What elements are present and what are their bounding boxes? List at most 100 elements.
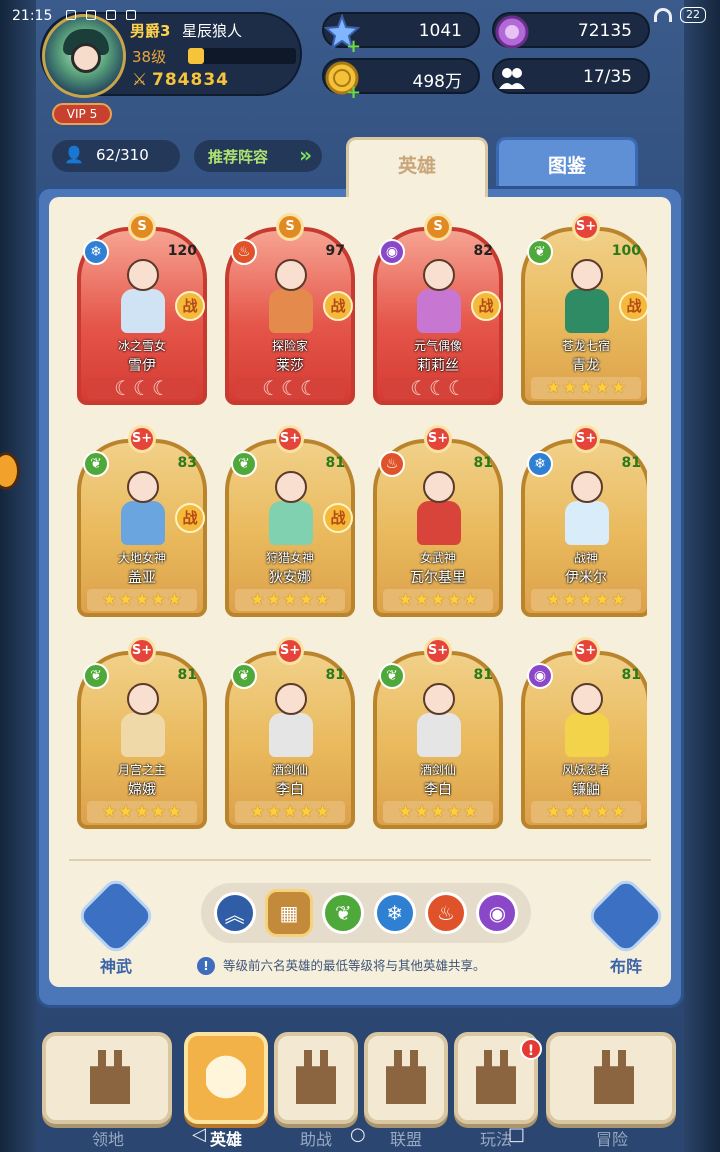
filter-dark-icon[interactable]: ◉ [476,892,519,934]
in-battle-badge: 战 [175,291,205,321]
system-recent-icon[interactable]: □ [508,1124,525,1145]
friends-count[interactable]: 17/35 [492,58,650,94]
hero-title: 酒剑仙 [271,763,308,777]
grade-badge: S+ [276,425,304,453]
element-wind-icon: ❦ [83,663,109,689]
hero-panel-inner: S ❄ 120 战冰之雪女 雪伊 ☾ ☾ ☾ S ♨ 97 战探险家 莱莎 ☾ ☾ ☾ S ◉ 82 战元气偶像 莉莉丝… [49,197,671,987]
hero-level: 81 [473,455,493,471]
hero-card[interactable]: S+ ❄ 81 战神 伊米尔 ★ ★ ★ ★ ★ [521,425,647,621]
grade-badge: S [276,213,304,241]
hero-card[interactable]: S+ ◉ 81 风妖忍者 镰鼬 ★ ★ ★ ★ ★ [521,637,647,833]
hero-name: 李白 [424,782,452,798]
hero-title: 元气偶像 [413,339,462,353]
hero-stars-icon: ★ ★ ★ ★ ★ [87,801,197,823]
hero-portrait [399,253,477,335]
hero-card-partial[interactable] [373,849,503,857]
hero-card[interactable]: S+ ❦ 81 战狩猎女神 狄安娜 ★ ★ ★ ★ ★ [225,425,355,621]
hero-card[interactable]: S+ ❦ 81 酒剑仙 李白 ★ ★ ★ ★ ★ [225,637,355,833]
nav-play-label: 玩法 [479,1130,512,1149]
element-wind-icon: ❦ [527,239,553,265]
hero-card[interactable]: S ◉ 82 战元气偶像 莉莉丝 ☾ ☾ ☾ [373,213,503,409]
hero-stars-icon: ★ ★ ★ ★ ★ [383,801,493,823]
chess-knight-icon [584,874,668,958]
tab-heroes[interactable]: 英雄 [346,137,488,197]
hero-portrait [103,465,181,547]
hero-level: 81 [325,455,345,471]
hero-portrait [251,465,329,547]
battery-icon: 22 [680,7,706,23]
add-gold-icon[interactable]: + [346,82,361,103]
vip-badge[interactable]: VIP 5 [52,103,112,125]
hero-portrait [547,253,625,335]
element-wind-icon: ❦ [83,451,109,477]
nav-alliance[interactable] [364,1032,448,1124]
filter-ice-icon[interactable]: ❄ [373,892,416,934]
tree-icon [296,1050,336,1104]
hero-card[interactable]: S+ ❦ 100 战苍龙七宿 青龙 ★ ★ ★ ★ ★ [521,213,647,409]
friends-icon [490,56,534,100]
filter-fire-icon[interactable]: ♨ [424,892,467,934]
nav-alliance-label: 联盟 [389,1130,422,1149]
nav-adventure[interactable] [546,1032,676,1124]
hero-card[interactable]: S ❄ 120 战冰之雪女 雪伊 ☾ ☾ ☾ [77,213,207,409]
hero-card-partial[interactable] [225,849,355,857]
double-chevron-icon: » [299,143,312,167]
hero-stars-icon: ★ ★ ★ ★ ★ [235,589,345,611]
gate-icon [476,1050,516,1104]
element-filter-bar: ︽ ▦ ❦ ❄ ♨ ◉ [201,883,531,943]
system-back-icon[interactable]: ◁ [192,1124,206,1145]
grade-badge: S+ [424,637,452,665]
nav-heroes[interactable] [184,1032,268,1124]
hero-title: 风妖忍者 [561,763,610,777]
element-ice-icon: ❄ [527,451,553,477]
filter-up-arrows-icon[interactable]: ︽ [213,892,256,934]
in-battle-badge: 战 [323,503,353,533]
info-icon: ! [197,957,215,975]
tab-atlas[interactable]: 图鉴 [496,137,638,191]
hero-card[interactable]: S ♨ 97 战探险家 莱莎 ☾ ☾ ☾ [225,213,355,409]
right-border [684,0,720,1152]
recommend-lineup-button[interactable]: 推荐阵容 » [194,140,322,172]
element-fire-icon: ♨ [231,239,257,265]
hero-stars-icon: ★ ★ ★ ★ ★ [383,589,493,611]
currency-gold[interactable]: + 498万 [322,58,480,103]
filter-wind-icon[interactable]: ❦ [322,892,365,934]
grade-badge: S+ [276,637,304,665]
hero-card[interactable]: S+ ❦ 81 月宫之主 嫦娥 ★ ★ ★ ★ ★ [77,637,207,833]
system-home-icon[interactable]: ○ [350,1124,366,1145]
hero-title: 苍龙七宿 [561,339,610,353]
level-share-note: ! 等级前六名英雄的最低等级将与其他英雄共享。 [197,955,617,975]
hero-portrait [399,677,477,759]
hero-card-partial[interactable] [521,849,647,857]
in-battle-badge: 战 [323,291,353,321]
hero-portrait [547,677,625,759]
add-stars-icon[interactable]: + [346,36,361,57]
hero-card[interactable]: S+ ❦ 83 战大地女神 盖亚 ★ ★ ★ ★ ★ [77,425,207,621]
grade-badge: S+ [572,637,600,665]
in-battle-badge: 战 [175,503,205,533]
hero-card[interactable]: S+ ♨ 81 女武神 瓦尔基里 ★ ★ ★ ★ ★ [373,425,503,621]
nav-territory[interactable] [42,1032,172,1124]
filter-all-grid-icon[interactable]: ▦ [264,889,313,937]
hero-title: 探险家 [271,339,308,353]
flag-icon [594,1050,634,1104]
hero-moons-icon: ☾ ☾ ☾ [235,377,345,399]
combat-power: 784834 [152,70,229,90]
gold-value: 498万 [412,72,462,92]
shenwu-button[interactable]: 神武 [74,874,158,977]
nav-battle[interactable] [274,1032,358,1124]
hero-card[interactable]: S+ ❦ 81 酒剑仙 李白 ★ ★ ★ ★ ★ [373,637,503,833]
hero-portrait [251,253,329,335]
hero-title: 女武神 [419,551,456,565]
hero-level: 81 [473,667,493,683]
hero-level: 81 [621,667,641,683]
hero-title: 冰之雪女 [117,339,166,353]
nav-battle-label: 助战 [299,1130,332,1149]
xp-bar [188,48,296,64]
hero-stars-icon: ★ ★ ★ ★ ★ [531,377,641,399]
element-ice-icon: ❄ [83,239,109,265]
hero-stars-icon: ★ ★ ★ ★ ★ [531,589,641,611]
friends-value: 17/35 [583,67,632,87]
nav-territory-label: 领地 [91,1130,124,1149]
hero-card-partial[interactable] [77,849,207,857]
